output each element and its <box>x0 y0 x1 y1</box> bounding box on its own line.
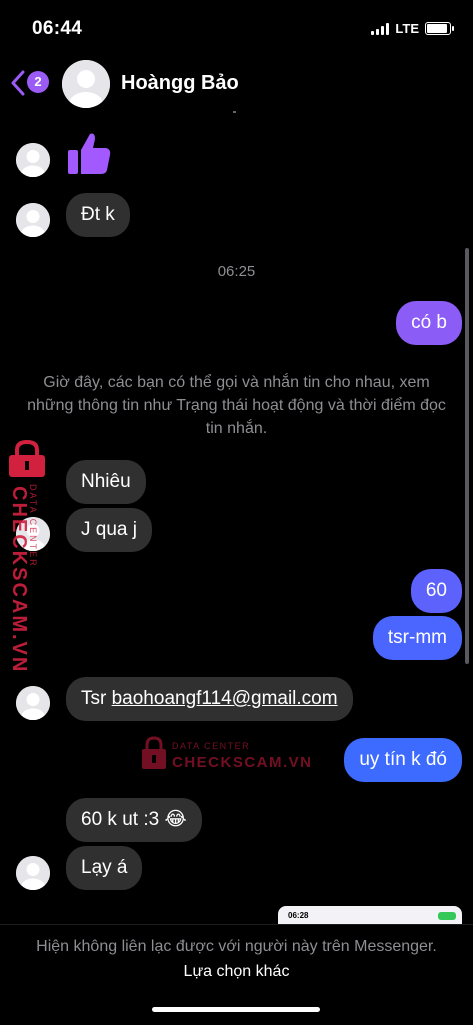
unread-badge[interactable]: 2 <box>27 71 49 93</box>
message-bubble-incoming[interactable]: Đt k <box>66 193 130 237</box>
status-icons: LTE <box>371 21 454 36</box>
message-text: Tsr <box>81 688 112 709</box>
message-bubble-outgoing[interactable]: uy tín k đó <box>344 738 462 782</box>
system-notice: Giờ đây, các bạn có thể gọi và nhắn tin … <box>27 374 446 437</box>
battery-icon <box>438 912 456 920</box>
home-indicator[interactable] <box>152 1007 320 1012</box>
network-label: LTE <box>395 21 419 36</box>
divider-dot <box>233 111 236 113</box>
signal-icon <box>371 22 390 35</box>
status-bar: 06:44 LTE <box>0 0 473 56</box>
message-bubble-incoming[interactable]: Nhiêu <box>66 460 146 504</box>
message-timestamp: 06:25 <box>217 263 256 280</box>
message-bubble-incoming[interactable]: J qua j <box>66 508 152 552</box>
message-bubble-outgoing[interactable]: tsr-mm <box>372 616 462 660</box>
watermark-tag: DATA CENTER <box>172 741 251 751</box>
email-link[interactable]: baohoangf114@gmail.com <box>112 688 338 709</box>
watermark-tag: DATA CENTER <box>28 484 38 568</box>
default-avatar-icon <box>16 203 50 237</box>
default-avatar-icon <box>16 856 50 890</box>
watermark-brand: CHECKSCAM.VN <box>8 486 30 674</box>
message-bubble-incoming[interactable]: 60 k ut :3 😂 <box>66 798 202 842</box>
default-avatar-icon <box>62 60 110 108</box>
watermark-lock-icon <box>142 736 166 769</box>
scrollbar[interactable] <box>465 248 469 664</box>
watermark-brand: CHECKSCAM.VN <box>172 754 313 771</box>
watermark-lock-icon <box>9 440 45 477</box>
contact-avatar[interactable] <box>62 60 110 108</box>
thumbs-up-icon[interactable] <box>66 130 112 176</box>
contact-name[interactable]: Hoàngg Bảo <box>121 72 239 95</box>
message-bubble-incoming[interactable]: Tsr baohoangf114@gmail.com <box>66 677 353 721</box>
sender-avatar[interactable] <box>16 856 50 890</box>
sender-avatar[interactable] <box>16 203 50 237</box>
sender-avatar[interactable] <box>16 686 50 720</box>
default-avatar-icon <box>16 686 50 720</box>
battery-icon <box>425 22 454 35</box>
preview-time: 06:28 <box>288 911 309 920</box>
message-bubble-incoming[interactable]: Lạy á <box>66 846 143 890</box>
message-bubble-outgoing[interactable]: có b <box>396 301 462 345</box>
status-time: 06:44 <box>32 18 83 39</box>
default-avatar-icon <box>16 143 50 177</box>
chevron-left-icon <box>11 70 25 96</box>
message-bubble-outgoing[interactable]: 60 <box>410 569 462 613</box>
unreachable-text: Hiện không liên lạc được với người này t… <box>36 938 437 955</box>
other-options-link[interactable]: Lựa chọn khác <box>184 963 290 980</box>
unreachable-notice: Hiện không liên lạc được với người này t… <box>20 934 453 984</box>
sender-avatar[interactable] <box>16 143 50 177</box>
